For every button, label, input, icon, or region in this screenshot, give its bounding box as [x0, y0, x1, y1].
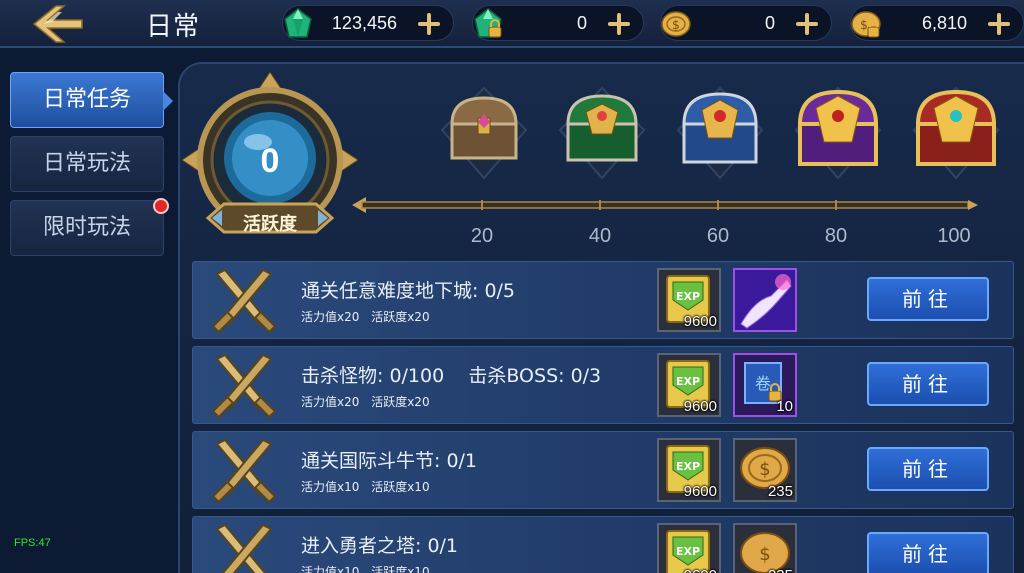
back-arrow-icon — [32, 5, 83, 43]
sidebar-item-label: 日常玩法 — [42, 151, 131, 176]
gold-coin-icon: $ — [740, 532, 790, 573]
currency-gold: $ 0 — [660, 5, 832, 41]
milestone-label: 100 — [937, 225, 971, 247]
svg-text:$: $ — [759, 544, 770, 565]
green-chest-icon[interactable] — [556, 84, 648, 182]
sidebar-item-label: 日常任务 — [42, 87, 131, 112]
reward-count: 9600 — [683, 398, 717, 415]
back-button[interactable] — [30, 4, 86, 44]
sidebar: 日常任务 日常玩法 限时玩法 — [0, 50, 185, 573]
svg-text:EXP: EXP — [676, 545, 700, 558]
milestone-label: 40 — [588, 225, 612, 247]
activity-reward: 活跃度x20 — [371, 395, 430, 409]
currency-emerald: 123,456 — [282, 5, 454, 41]
reward-item-gold[interactable]: $ 235 — [733, 523, 797, 573]
activity-label: 活跃度 — [243, 214, 297, 235]
add-locked-gold-button[interactable] — [985, 10, 1013, 38]
activity-reward: 活跃度x20 — [371, 310, 430, 324]
locked-emerald-gem-icon — [474, 8, 502, 38]
add-emerald-button[interactable] — [415, 10, 443, 38]
svg-text:$: $ — [759, 459, 770, 480]
svg-text:EXP: EXP — [676, 460, 700, 473]
add-locked-emerald-button[interactable] — [605, 10, 633, 38]
crossed-swords-icon — [211, 268, 277, 334]
task-title: 击杀怪物: 0/100 击杀BOSS: 0/3 — [301, 365, 602, 387]
go-button[interactable]: 前往 — [867, 447, 989, 491]
currency-value: 0 — [576, 13, 587, 33]
go-button[interactable]: 前往 — [867, 362, 989, 406]
currency-locked-emerald: 0 — [472, 5, 644, 41]
reward-item-gold[interactable]: $ 235 — [733, 438, 797, 502]
currency-value: 6,810 — [921, 13, 967, 33]
crossed-swords-icon — [215, 523, 273, 573]
locked-gold-coin-icon: $ — [851, 11, 881, 38]
reward-count: 9600 — [683, 483, 717, 500]
task-activity-rewards: 活力值x20 活跃度x20 — [301, 308, 438, 325]
task-activity-rewards: 活力值x10 活跃度x10 — [301, 563, 438, 573]
currency-value: 123,456 — [331, 13, 397, 33]
task-activity-rewards: 活力值x10 活跃度x10 — [301, 478, 438, 495]
task-title: 通关任意难度地下城: 0/5 — [301, 280, 516, 302]
exp-book-icon: EXP — [666, 530, 710, 573]
reward-count: 235 — [767, 483, 793, 500]
task-row: 通关任意难度地下城: 0/5 活力值x20 活跃度x20 EXP 9600 前往 — [192, 261, 1014, 339]
reward-item-exp[interactable]: EXP 9600 — [657, 523, 721, 573]
task-row: 击杀怪物: 0/100 击杀BOSS: 0/3 活力值x20 活跃度x20 EX… — [192, 346, 1014, 424]
sidebar-item-label: 限时玩法 — [42, 215, 131, 240]
currency-locked-gold: $ 6,810 — [850, 5, 1024, 41]
go-button[interactable]: 前往 — [867, 277, 989, 321]
fps-counter: FPS:47 — [14, 537, 51, 549]
reward-item-scroll[interactable]: 卷 10 — [733, 353, 797, 417]
blue-chest-icon[interactable] — [674, 84, 766, 182]
task-activity-rewards: 活力值x20 活跃度x20 — [301, 393, 438, 410]
reward-count: 235 — [768, 567, 793, 573]
reward-count: 10 — [776, 398, 793, 415]
svg-text:$: $ — [860, 18, 868, 32]
reward-item-exp[interactable]: EXP 9600 — [657, 353, 721, 417]
sidebar-item-daily-tasks[interactable]: 日常任务 — [10, 72, 173, 128]
go-button[interactable]: 前往 — [867, 532, 989, 573]
task-row: 通关国际斗牛节: 0/1 活力值x10 活跃度x10 EXP 9600 $ 23… — [192, 431, 1014, 509]
svg-text:$: $ — [672, 18, 680, 32]
task-title: 通关国际斗牛节: 0/1 — [301, 450, 478, 472]
page-title: 日常 — [146, 12, 201, 42]
vitality-reward: 活力值x10 — [301, 480, 360, 494]
skill-hand-icon — [735, 270, 795, 330]
reward-count: 9600 — [684, 567, 717, 573]
sidebar-item-limited-gameplay[interactable]: 限时玩法 — [10, 198, 169, 256]
sidebar-item-daily-gameplay[interactable]: 日常玩法 — [10, 136, 164, 192]
milestone-label: 20 — [470, 225, 494, 247]
red-chest-icon[interactable] — [910, 84, 1002, 182]
task-title: 进入勇者之塔: 0/1 — [301, 535, 459, 557]
notification-badge — [153, 198, 169, 214]
add-gold-button[interactable] — [793, 10, 821, 38]
reward-item-skill[interactable] — [733, 268, 797, 332]
milestone-label: 60 — [706, 225, 730, 247]
activity-value: 0 — [260, 142, 280, 180]
bronze-chest-icon[interactable] — [438, 84, 530, 182]
vitality-reward: 活力值x10 — [301, 565, 360, 573]
activity-reward: 活跃度x10 — [371, 480, 430, 494]
activity-progress-bar — [352, 197, 978, 213]
activity-reward: 活跃度x10 — [371, 565, 430, 573]
crossed-swords-icon — [211, 353, 277, 419]
top-bar: 日常 123,456 0 $ 0 $ 6,810 — [0, 0, 1024, 48]
milestone-label: 80 — [824, 225, 848, 247]
currency-value: 0 — [764, 13, 775, 33]
gold-coin-icon: $ — [661, 11, 691, 37]
purple-chest-icon[interactable] — [792, 84, 884, 182]
vitality-reward: 活力值x20 — [301, 310, 360, 324]
crossed-swords-icon — [211, 438, 277, 504]
vitality-reward: 活力值x20 — [301, 395, 360, 409]
task-row: 进入勇者之塔: 0/1 活力值x10 活跃度x10 EXP 9600 $ 235… — [192, 516, 1014, 573]
svg-text:EXP: EXP — [676, 375, 700, 388]
reward-item-exp[interactable]: EXP 9600 — [657, 438, 721, 502]
svg-text:EXP: EXP — [676, 290, 700, 303]
reward-count: 9600 — [683, 313, 717, 330]
svg-text:卷: 卷 — [755, 374, 771, 393]
reward-item-exp[interactable]: EXP 9600 — [657, 268, 721, 332]
emerald-gem-icon — [284, 8, 312, 38]
